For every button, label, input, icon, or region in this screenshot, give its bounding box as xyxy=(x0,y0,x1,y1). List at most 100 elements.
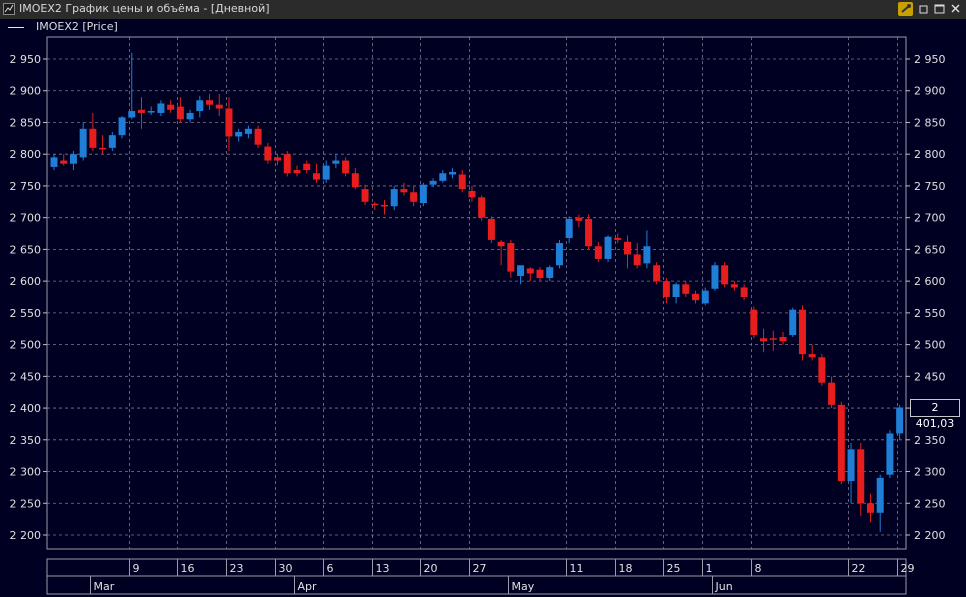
candle-body xyxy=(857,449,865,504)
candle-body xyxy=(808,354,816,358)
candle xyxy=(487,216,495,244)
candle-body xyxy=(526,268,534,274)
candle xyxy=(283,151,291,177)
y-tick-label-left: 2 300 xyxy=(10,466,42,479)
x-day-label: 9 xyxy=(133,562,140,575)
candle xyxy=(254,125,262,148)
candle-body xyxy=(196,100,204,112)
x-day-label: 18 xyxy=(619,562,633,575)
candle-body xyxy=(50,157,58,167)
candle-body xyxy=(332,160,340,164)
candle-body xyxy=(468,191,476,198)
y-tick-label-left: 2 500 xyxy=(10,339,42,352)
x-day-label: 30 xyxy=(279,562,293,575)
candle-body xyxy=(701,290,709,304)
x-day-label: 13 xyxy=(376,562,390,575)
x-day-label: 22 xyxy=(852,562,866,575)
x-day-label: 23 xyxy=(230,562,244,575)
y-tick-label-left: 2 600 xyxy=(10,275,42,288)
plot-area xyxy=(46,36,907,550)
candle-body xyxy=(293,170,301,174)
candle-body xyxy=(342,160,350,174)
y-tick-label-left: 2 900 xyxy=(10,85,42,98)
candle-body xyxy=(322,165,330,180)
candle-body xyxy=(79,128,87,158)
candle-body xyxy=(682,284,690,294)
candle-body xyxy=(818,357,826,383)
candle-body xyxy=(69,154,77,164)
candle xyxy=(478,195,486,221)
y-tick-label-left: 2 700 xyxy=(10,212,42,225)
y-tick-label-left: 2 200 xyxy=(10,529,42,542)
x-day-label: 27 xyxy=(473,562,487,575)
candle-body xyxy=(274,157,282,161)
y-tick-label-right: 2 900 xyxy=(914,85,946,98)
x-month-label: Mar xyxy=(94,580,115,593)
x-day-label: 8 xyxy=(755,562,762,575)
candle xyxy=(721,262,729,288)
y-tick-label-left: 2 350 xyxy=(10,434,42,447)
y-tick-label-right: 2 750 xyxy=(914,180,946,193)
candle-body xyxy=(711,265,719,289)
candle-body xyxy=(517,265,525,277)
candle-body xyxy=(419,184,427,204)
candle-body xyxy=(487,218,495,240)
candle xyxy=(798,305,806,361)
candle-body xyxy=(789,309,797,336)
candle-body xyxy=(876,477,884,513)
candle xyxy=(653,262,661,285)
candle-body xyxy=(604,236,612,259)
candle-body xyxy=(108,135,116,148)
candle-body xyxy=(167,104,175,110)
candle-body xyxy=(128,111,136,118)
y-tick-label-right: 2 950 xyxy=(914,53,946,66)
candle xyxy=(419,182,427,207)
candle-body xyxy=(633,254,641,266)
candle-body xyxy=(60,160,68,164)
candle-body xyxy=(866,503,874,513)
price-chart[interactable]: 2 950 2 950 2 900 2 900 2 850 2 850 2 800 2 800… xyxy=(0,0,966,597)
candle-body xyxy=(497,241,505,247)
candle xyxy=(886,430,894,478)
candle-body xyxy=(429,180,437,185)
y-tick-label-right: 2 600 xyxy=(914,275,946,288)
candle-body xyxy=(410,192,418,202)
candle-body xyxy=(740,287,748,297)
candle-body xyxy=(585,218,593,247)
candle-body xyxy=(206,100,214,105)
candle-body xyxy=(760,338,768,342)
candle-body xyxy=(769,338,777,340)
candle-body xyxy=(692,293,700,301)
candle-body xyxy=(186,112,194,120)
candle-body xyxy=(730,284,738,288)
candle-body xyxy=(672,284,680,297)
candle-body xyxy=(254,128,262,145)
candle xyxy=(585,214,593,250)
candle-body xyxy=(662,281,670,297)
candle-body xyxy=(536,269,544,278)
candle-body xyxy=(400,189,408,193)
candle xyxy=(118,116,126,139)
y-tick-label-right: 2 700 xyxy=(914,212,946,225)
candle-body xyxy=(312,173,320,180)
candle-body xyxy=(264,146,272,161)
candle-body xyxy=(390,189,398,207)
y-tick-label-left: 2 650 xyxy=(10,243,42,256)
month-axis-panel xyxy=(46,575,907,595)
candle-body xyxy=(283,154,291,174)
x-month-label: May xyxy=(512,580,535,593)
candle-body xyxy=(896,407,904,434)
y-tick-label-left: 2 850 xyxy=(10,116,42,129)
candle-body xyxy=(137,109,145,113)
candle-body xyxy=(614,237,622,240)
candle xyxy=(604,235,612,263)
y-tick-label-left: 2 950 xyxy=(10,53,42,66)
y-tick-label-left: 2 750 xyxy=(10,180,42,193)
candle-body xyxy=(89,128,97,148)
y-tick-label-right: 2 500 xyxy=(914,339,946,352)
y-tick-label-right: 2 300 xyxy=(914,466,946,479)
candle-body xyxy=(458,174,466,190)
candle xyxy=(711,262,719,291)
candle-body xyxy=(575,217,583,221)
x-day-label: 16 xyxy=(181,562,195,575)
